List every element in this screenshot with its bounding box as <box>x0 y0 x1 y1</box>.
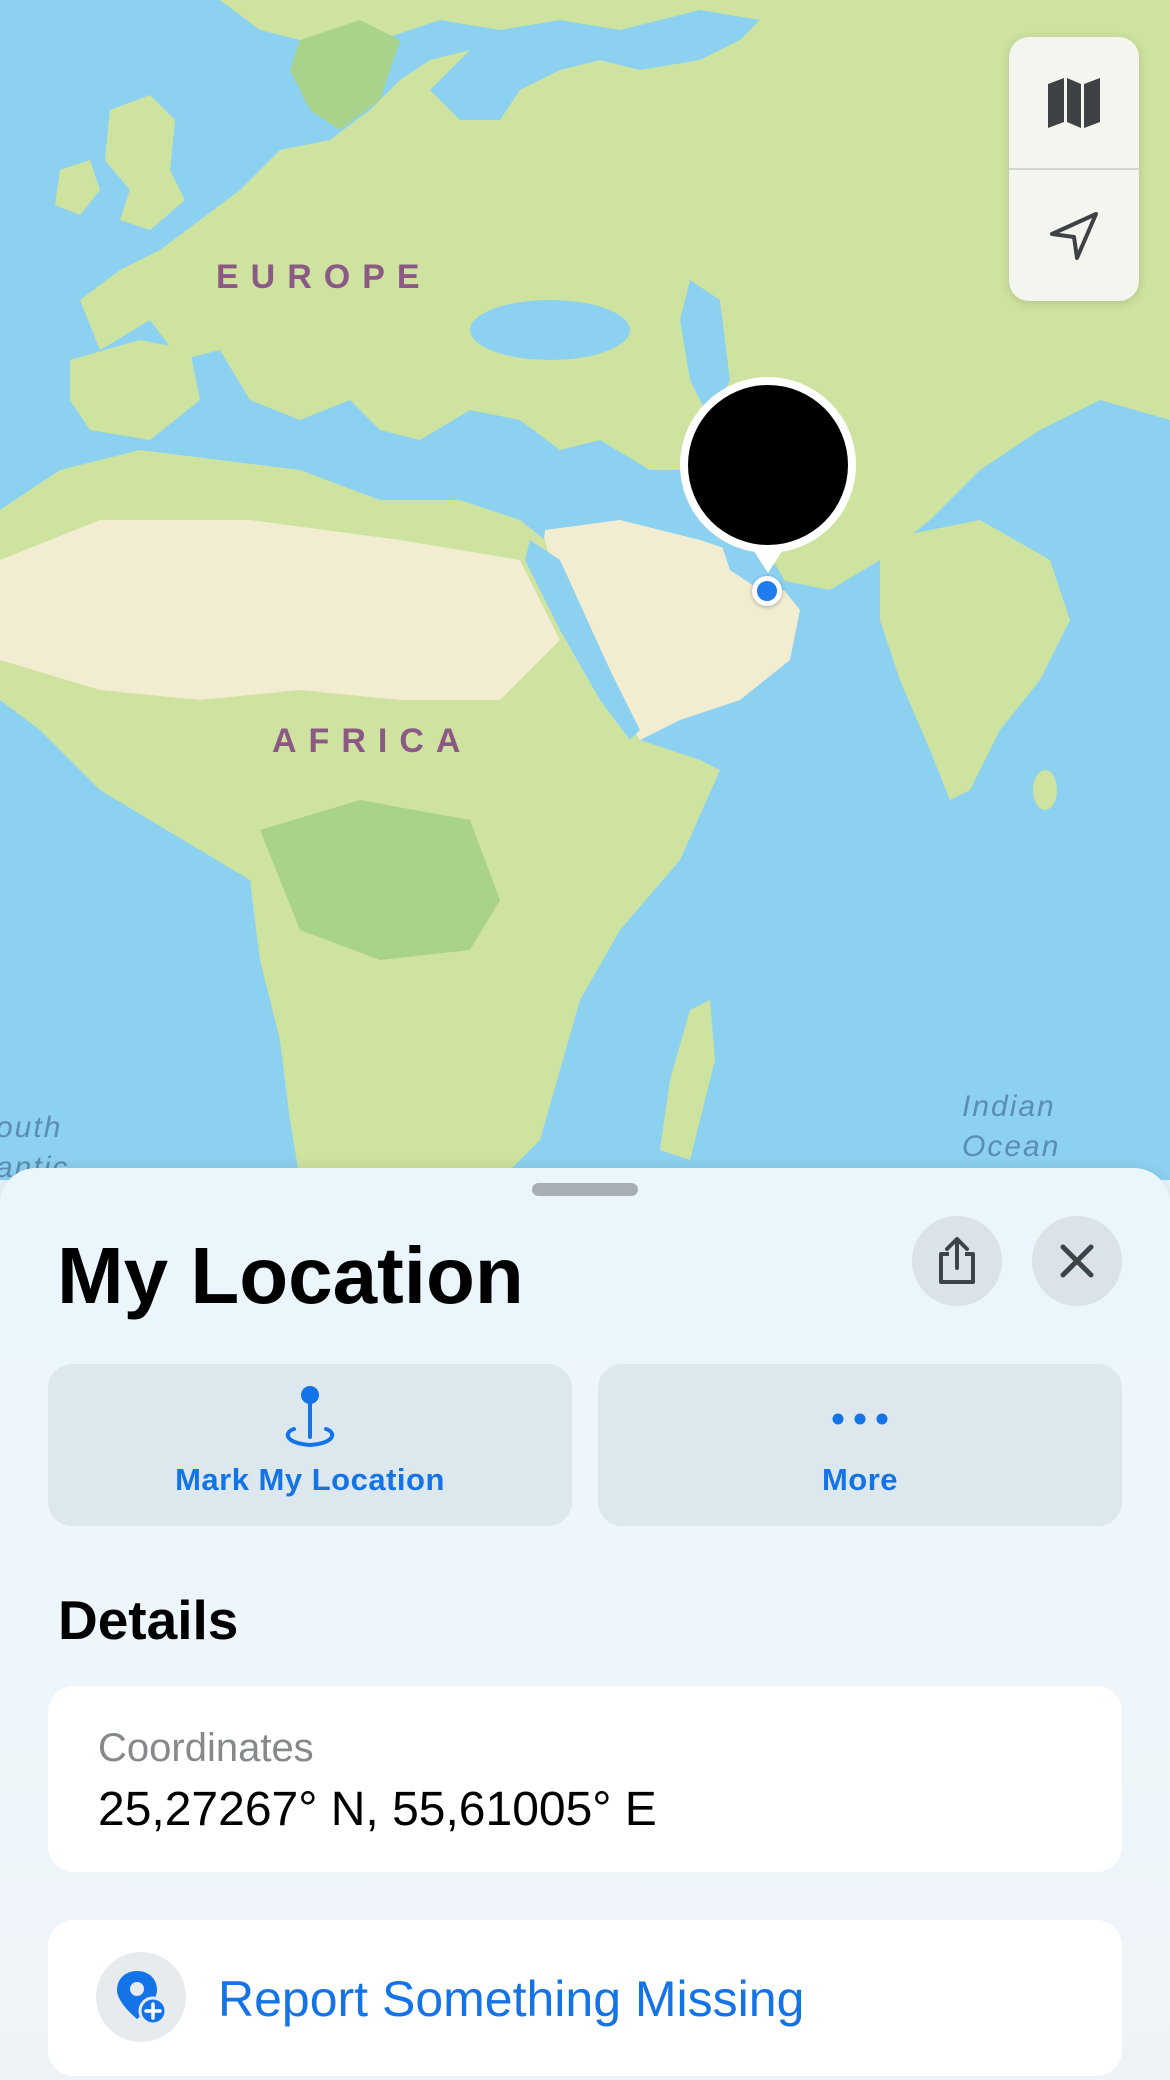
map-pin-plus-icon <box>117 1971 168 2026</box>
sheet-grabber[interactable] <box>532 1183 638 1196</box>
pin-icon <box>285 1386 335 1448</box>
report-something-missing-button[interactable]: Report Something Missing <box>48 1920 1122 2076</box>
ocean-label-line: Indian <box>962 1090 1056 1123</box>
map-controls <box>1009 37 1139 301</box>
ocean-label-line: outh <box>0 1111 63 1144</box>
coordinates-label: Coordinates <box>98 1726 314 1770</box>
map-label-europe: EUROPE <box>216 258 432 296</box>
share-button[interactable] <box>912 1216 1002 1306</box>
map-label-indian-ocean: Indian Ocean <box>962 1087 1060 1167</box>
map-mode-button[interactable] <box>1009 37 1139 170</box>
place-card-sheet: My Location Mark My Location More Detail… <box>0 1168 1170 2080</box>
close-button[interactable] <box>1032 1216 1122 1306</box>
more-button[interactable]: More <box>598 1364 1122 1526</box>
details-heading: Details <box>58 1589 239 1651</box>
ocean-label-line: Ocean <box>962 1130 1061 1163</box>
coordinates-value: 25,27267° N, 55,61005° E <box>98 1783 657 1836</box>
action-label: Mark My Location <box>175 1462 445 1497</box>
mark-my-location-button[interactable]: Mark My Location <box>48 1364 572 1526</box>
action-label: More <box>821 1462 899 1497</box>
report-icon-badge <box>96 1952 186 2042</box>
ellipsis-icon <box>832 1413 888 1425</box>
share-icon <box>939 1237 975 1284</box>
user-location-dot <box>752 576 782 606</box>
coordinates-card[interactable]: Coordinates 25,27267° N, 55,61005° E <box>48 1686 1122 1872</box>
map-canvas[interactable] <box>0 0 1170 1180</box>
map-label-africa: AFRICA <box>272 722 473 760</box>
report-label: Report Something Missing <box>218 1971 805 2027</box>
place-title: My Location <box>57 1231 524 1320</box>
locate-me-button[interactable] <box>1009 170 1139 301</box>
location-arrow-icon <box>1050 211 1098 260</box>
map-icon <box>1048 77 1100 128</box>
location-pin[interactable] <box>678 377 858 597</box>
map-view[interactable]: EUROPE AFRICA Indian Ocean outh antic <box>0 0 1170 1180</box>
close-icon <box>1060 1244 1094 1278</box>
